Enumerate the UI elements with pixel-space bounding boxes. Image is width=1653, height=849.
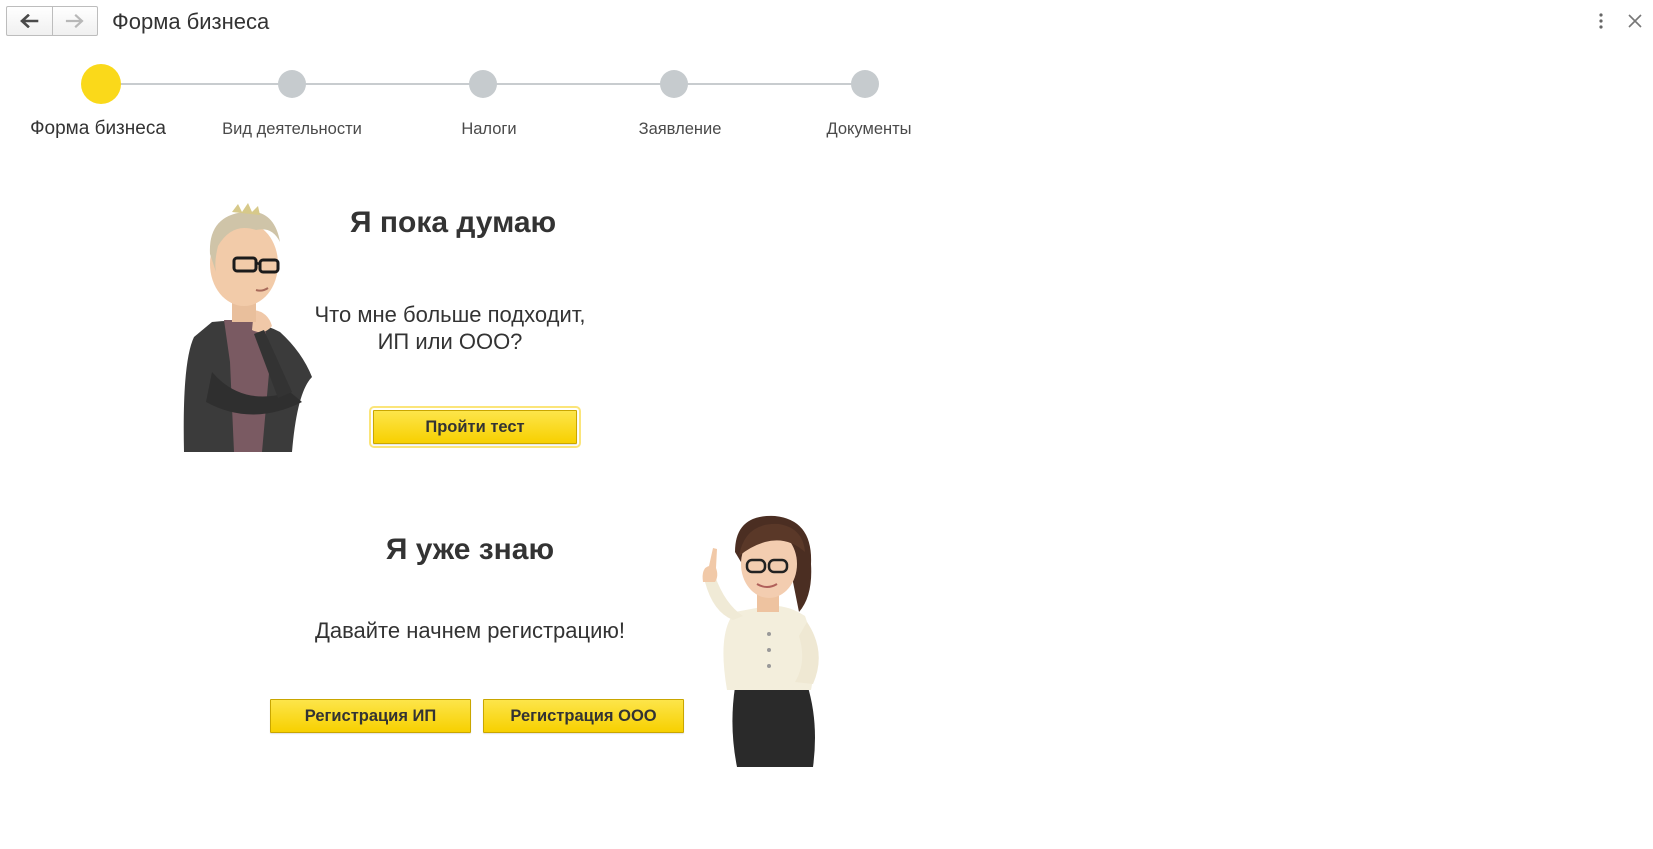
step-dot: [278, 70, 306, 98]
vertical-dots-icon: [1599, 13, 1603, 29]
thinking-man-illustration: [172, 202, 317, 452]
registration-stepper: Форма бизнеса Вид деятельности Налоги За…: [0, 60, 930, 150]
step-label: Вид деятельности: [222, 120, 362, 138]
thinking-question-line2: ИП или ООО?: [377, 329, 523, 354]
step-label: Форма бизнеса: [30, 118, 166, 139]
knowing-title: Я уже знаю: [385, 533, 555, 566]
step-taxes[interactable]: Налоги: [383, 60, 583, 138]
step-documents[interactable]: Документы: [765, 60, 965, 138]
pointing-woman-illustration: [695, 512, 835, 767]
history-nav: [6, 6, 98, 36]
step-label: Заявление: [638, 120, 722, 138]
close-button[interactable]: [1624, 10, 1646, 32]
more-button[interactable]: [1592, 10, 1610, 32]
forward-button[interactable]: [51, 7, 98, 35]
arrow-left-icon: [20, 14, 39, 28]
step-label: Налоги: [461, 120, 517, 138]
register-ip-button[interactable]: Регистрация ИП: [270, 699, 471, 733]
step-activity-type[interactable]: Вид деятельности: [192, 60, 392, 138]
step-label: Документы: [826, 120, 912, 138]
step-dot: [469, 70, 497, 98]
thinking-question-line1: Что мне больше подходит,: [314, 302, 586, 327]
step-dot-active: [81, 64, 121, 104]
step-dot: [851, 70, 879, 98]
step-application[interactable]: Заявление: [574, 60, 774, 138]
take-test-button[interactable]: Пройти тест: [369, 406, 581, 448]
step-business-form[interactable]: Форма бизнеса: [1, 60, 201, 139]
thinking-title: Я пока думаю: [350, 206, 557, 239]
business-form-page: Форма бизнеса Форма бизнеса Вид деятельн…: [0, 0, 1653, 849]
register-ooo-button[interactable]: Регистрация ООО: [483, 699, 684, 733]
close-icon: [1628, 14, 1642, 28]
step-dot: [660, 70, 688, 98]
back-button[interactable]: [7, 7, 52, 35]
window-title: Форма бизнеса: [112, 9, 270, 34]
arrow-right-icon: [65, 14, 84, 28]
knowing-text: Давайте начнем регистрацию!: [314, 618, 626, 643]
